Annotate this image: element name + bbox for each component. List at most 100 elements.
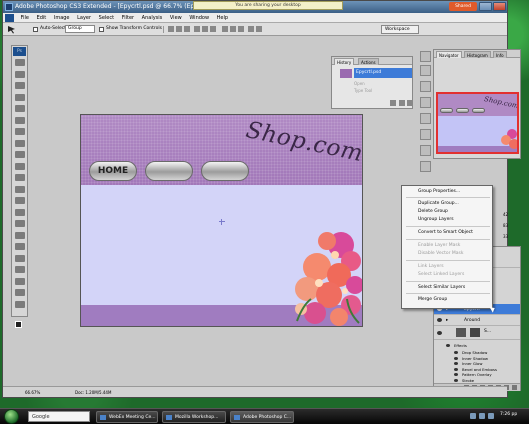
context-menu-item[interactable]: Ungroup Layers — [418, 217, 454, 222]
history-state-selected[interactable]: Epycrtl.psd — [354, 68, 412, 78]
paragraph-panel-icon[interactable] — [420, 145, 431, 156]
menu-image[interactable]: Image — [51, 13, 73, 23]
eraser-tool-icon[interactable] — [15, 174, 25, 181]
align-left-icon[interactable] — [194, 26, 200, 32]
shape-tool-icon[interactable] — [15, 254, 25, 262]
context-menu-item[interactable]: Merge Group — [418, 297, 447, 302]
brushes-panel-icon[interactable] — [420, 97, 431, 108]
crop-tool-icon[interactable] — [15, 105, 25, 112]
marquee-tool-icon[interactable] — [15, 70, 25, 78]
distribute-top-icon[interactable] — [222, 26, 228, 32]
tab-actions[interactable]: Actions — [358, 58, 379, 65]
color-panel-icon[interactable] — [420, 51, 431, 62]
layer-comps-icon[interactable] — [420, 161, 431, 172]
menu-window[interactable]: Window — [186, 13, 212, 23]
tab-info[interactable]: Info — [493, 51, 507, 58]
menu-filter[interactable]: Filter — [119, 13, 137, 23]
move-tool-icon[interactable] — [7, 25, 17, 34]
swatches-panel-icon[interactable] — [420, 65, 431, 76]
align-center-icon[interactable] — [202, 26, 208, 32]
zoom-tool-icon[interactable] — [15, 300, 25, 308]
gradient-tool-icon[interactable] — [15, 185, 25, 193]
layer-row[interactable]: S... — [434, 326, 520, 340]
new-snapshot-icon[interactable] — [390, 100, 396, 106]
path-select-icon[interactable] — [15, 243, 25, 250]
workspace-dropdown[interactable]: Workspace — [381, 25, 419, 34]
volume-icon[interactable] — [479, 413, 485, 419]
dodge-tool-icon[interactable] — [15, 208, 25, 216]
power-icon[interactable] — [488, 413, 494, 419]
history-state[interactable]: Open — [354, 81, 365, 86]
trash-icon[interactable] — [407, 100, 412, 106]
tab-histogram[interactable]: Histogram — [464, 51, 491, 58]
3d-tool-icon[interactable] — [15, 277, 25, 285]
align-right-icon[interactable] — [210, 26, 216, 32]
new-document-icon[interactable] — [399, 100, 405, 106]
history-brush-icon[interactable] — [15, 162, 25, 170]
nav-button-3[interactable] — [201, 161, 249, 181]
scissors-icon[interactable] — [420, 81, 431, 92]
brush-tool-icon[interactable] — [15, 139, 25, 147]
history-snapshot-thumb[interactable] — [340, 69, 352, 78]
context-menu-item[interactable]: Group Properties... — [418, 189, 460, 194]
trash-icon[interactable] — [512, 385, 517, 390]
start-button[interactable] — [4, 409, 19, 424]
distribute-bottom-icon[interactable] — [238, 26, 244, 32]
menu-analysis[interactable]: Analysis — [139, 13, 166, 23]
auto-select-checkbox[interactable] — [33, 27, 38, 32]
clone-source-icon[interactable] — [420, 113, 431, 124]
layer-row[interactable]: ▸ Around — [434, 315, 520, 326]
shared-button[interactable]: Shared — [449, 2, 477, 11]
character-panel-icon[interactable] — [420, 129, 431, 140]
taskbar-mozilla[interactable]: Mozilla Workshop... — [162, 411, 226, 423]
context-menu-item[interactable]: Convert to Smart Object — [418, 230, 473, 235]
show-transform-checkbox[interactable] — [99, 27, 104, 32]
document-canvas[interactable]: Shop.com HOME — [80, 114, 363, 327]
zoom-level[interactable]: 66.67% — [25, 390, 40, 395]
lasso-tool-icon[interactable] — [15, 82, 25, 89]
type-tool-icon[interactable] — [15, 231, 25, 239]
eyedropper-tool-icon[interactable] — [15, 116, 25, 124]
context-menu-item[interactable]: Duplicate Group... — [418, 201, 459, 206]
minimize-button[interactable] — [479, 2, 492, 11]
context-menu-item[interactable]: Delete Group — [418, 209, 448, 214]
menu-file[interactable]: File — [18, 13, 32, 23]
notes-tool-icon[interactable] — [15, 266, 25, 273]
align-middle-icon[interactable] — [176, 26, 182, 32]
navigator-preview[interactable]: Shop.com — [436, 92, 519, 154]
distribute-right-icon[interactable] — [256, 26, 262, 32]
eye-icon[interactable] — [437, 331, 442, 335]
system-clock[interactable]: 7:26 pp — [500, 412, 517, 417]
foreground-color-swatch[interactable] — [15, 321, 22, 328]
context-menu-item[interactable]: Select Similar Layers — [418, 285, 465, 290]
nav-button-2[interactable] — [145, 161, 193, 181]
google-search-box[interactable]: Google — [28, 411, 90, 422]
align-buttons-group[interactable] — [163, 26, 263, 33]
taskbar-photoshop[interactable]: Adobe Photoshop C... — [230, 411, 294, 423]
distribute-left-icon[interactable] — [248, 26, 254, 32]
menu-layer[interactable]: Layer — [74, 13, 94, 23]
align-bottom-icon[interactable] — [184, 26, 190, 32]
network-icon[interactable] — [470, 413, 476, 419]
stamp-tool-icon[interactable] — [15, 151, 25, 158]
close-button[interactable] — [493, 2, 506, 11]
quick-select-tool-icon[interactable] — [15, 93, 25, 101]
eye-icon[interactable] — [437, 318, 442, 322]
pen-tool-icon[interactable] — [15, 220, 25, 227]
effects-header[interactable]: Effects — [446, 342, 467, 349]
hand-tool-icon[interactable] — [15, 289, 25, 296]
auto-select-dropdown[interactable]: Group — [65, 25, 95, 33]
tab-navigator[interactable]: Navigator — [436, 51, 462, 58]
menu-select[interactable]: Select — [96, 13, 117, 23]
align-top-icon[interactable] — [168, 26, 174, 32]
menu-edit[interactable]: Edit — [34, 13, 50, 23]
distribute-middle-icon[interactable] — [230, 26, 236, 32]
menu-view[interactable]: View — [167, 13, 185, 23]
history-state[interactable]: Type Tool — [354, 88, 372, 93]
menu-help[interactable]: Help — [214, 13, 231, 23]
taskbar-webex[interactable]: WebEx Meeting Ce... — [96, 411, 158, 423]
home-nav-button[interactable]: HOME — [89, 161, 137, 181]
tab-history[interactable]: History — [334, 58, 355, 65]
move-tool-icon[interactable] — [15, 59, 25, 66]
blur-tool-icon[interactable] — [15, 197, 25, 204]
